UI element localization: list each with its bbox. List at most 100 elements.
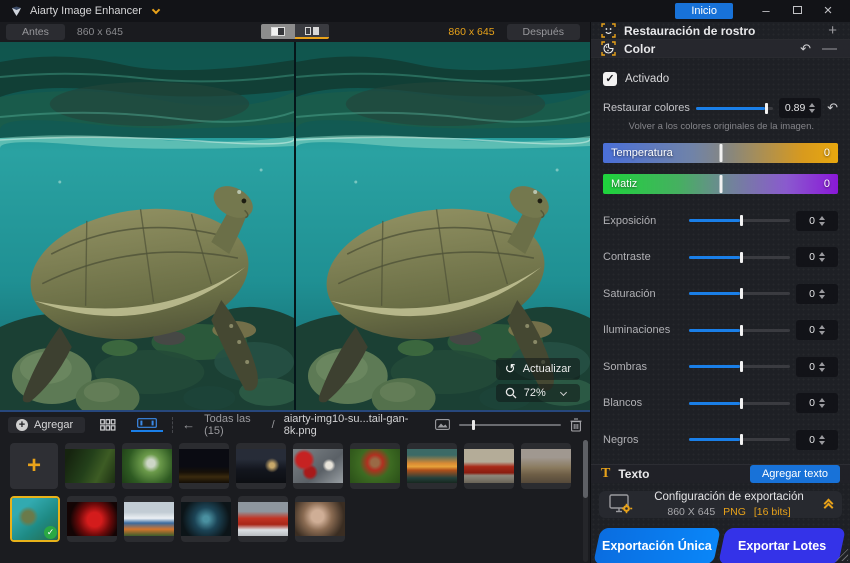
saturacion-value[interactable]: 0 bbox=[796, 284, 838, 304]
temperature-handle[interactable] bbox=[719, 144, 722, 162]
face-restore-panel-header[interactable]: Restauración de rostro + bbox=[591, 22, 850, 40]
blancos-spinner[interactable] bbox=[819, 398, 825, 408]
negros-value[interactable]: 0 bbox=[796, 430, 838, 450]
chevron-down-icon[interactable] bbox=[152, 5, 160, 13]
export-collapse-chevrons[interactable] bbox=[825, 500, 832, 508]
iluminaciones-spinner[interactable] bbox=[819, 325, 825, 335]
sombras-slider[interactable] bbox=[689, 365, 790, 368]
tab-before[interactable]: Antes bbox=[6, 24, 65, 40]
blancos-value[interactable]: 0 bbox=[796, 393, 838, 413]
thumbnail-woman-portrait[interactable] bbox=[295, 496, 345, 542]
exposicion-spinner[interactable] bbox=[819, 216, 825, 226]
add-text-button[interactable]: Agregar texto bbox=[750, 465, 840, 483]
thumbnail-forest-bird[interactable] bbox=[65, 443, 115, 489]
view-mode-toggles bbox=[261, 24, 329, 39]
after-image[interactable]: ↺ Actualizar 72% bbox=[296, 42, 590, 410]
add-images-button[interactable]: + Agregar bbox=[8, 417, 85, 433]
export-title: Configuración de exportación bbox=[641, 491, 817, 503]
home-button[interactable]: Inicio bbox=[675, 3, 733, 19]
thumbnail-red-fish[interactable] bbox=[67, 496, 117, 542]
viewer-controls: ↺ Actualizar 72% bbox=[496, 358, 580, 402]
restore-undo-icon[interactable]: ↶ bbox=[827, 100, 838, 116]
blancos-label: Blancos bbox=[603, 397, 683, 409]
back-arrow-button[interactable]: ← bbox=[182, 417, 195, 432]
thumbnail-lake-dusk[interactable] bbox=[236, 443, 286, 489]
temperature-slider[interactable]: Temperatura 0 bbox=[603, 143, 838, 163]
side-by-side-icon bbox=[305, 27, 319, 35]
temperature-label: Temperatura bbox=[611, 147, 673, 159]
negros-slider[interactable] bbox=[689, 438, 790, 441]
sombras-spinner[interactable] bbox=[819, 362, 825, 372]
thumbnail-size-slider[interactable] bbox=[459, 424, 561, 426]
breadcrumb-all[interactable]: Todas las (15) bbox=[204, 413, 263, 437]
scrollbar-thumb[interactable] bbox=[583, 440, 588, 498]
exposicion-slider[interactable] bbox=[689, 219, 790, 222]
thumbnail-add-image[interactable]: + bbox=[10, 443, 58, 489]
before-image[interactable] bbox=[0, 42, 294, 410]
color-panel-header[interactable]: Color ↶ — bbox=[591, 40, 850, 58]
hue-handle[interactable] bbox=[719, 175, 722, 193]
thumbnail-grid: + ✓ bbox=[0, 437, 590, 561]
after-size: 860 x 645 bbox=[448, 26, 494, 38]
maximize-icon bbox=[793, 6, 802, 14]
close-button[interactable]: × bbox=[816, 1, 840, 21]
color-collapse-button[interactable]: — bbox=[819, 40, 840, 57]
contraste-spinner[interactable] bbox=[819, 252, 825, 262]
saturacion-label: Saturación bbox=[603, 288, 683, 300]
thumbnail-village-street[interactable] bbox=[521, 443, 571, 489]
thumbnail-sea-turtle-selected[interactable]: ✓ bbox=[10, 496, 60, 542]
restore-spinner[interactable] bbox=[809, 103, 815, 113]
thumbnail-classic-car[interactable] bbox=[464, 443, 514, 489]
split-view-button[interactable] bbox=[261, 24, 295, 39]
browser-toolbar: + Agregar ← Todas las (15) / aiarty-img1… bbox=[0, 412, 590, 437]
zoom-control[interactable]: 72% bbox=[496, 384, 580, 402]
thumbnail-red-flowers-hummingbird[interactable] bbox=[293, 443, 343, 489]
color-undo-icon[interactable]: ↶ bbox=[800, 41, 811, 57]
sombras-value[interactable]: 0 bbox=[796, 357, 838, 377]
slider-row-contraste: Contraste 0 bbox=[603, 247, 838, 267]
hue-slider[interactable]: Matiz 0 bbox=[603, 174, 838, 194]
maximize-button[interactable] bbox=[785, 1, 809, 21]
text-panel-header[interactable]: T Texto Agregar texto bbox=[591, 464, 850, 483]
contraste-value[interactable]: 0 bbox=[796, 247, 838, 267]
thumbnail-sunset-lake[interactable] bbox=[407, 443, 457, 489]
contraste-slider[interactable] bbox=[689, 256, 790, 259]
thumbnail-white-building[interactable] bbox=[124, 496, 174, 542]
restore-colors-slider[interactable] bbox=[696, 107, 773, 110]
thumbnail-scrollbar[interactable] bbox=[583, 440, 588, 562]
thumbnail-graffiti[interactable] bbox=[181, 496, 231, 542]
thumbnail-red-train[interactable] bbox=[238, 496, 288, 542]
thumbnail-heron[interactable] bbox=[122, 443, 172, 489]
restore-colors-value[interactable]: 0.89 bbox=[779, 98, 821, 118]
enabled-checkbox[interactable]: ✓ bbox=[603, 72, 617, 86]
iluminaciones-value[interactable]: 0 bbox=[796, 320, 838, 340]
negros-spinner[interactable] bbox=[819, 435, 825, 445]
export-single-button[interactable]: Exportación Única bbox=[593, 528, 721, 563]
iluminaciones-label: Iluminaciones bbox=[603, 324, 683, 336]
saturacion-slider[interactable] bbox=[689, 292, 790, 295]
saturacion-spinner[interactable] bbox=[819, 289, 825, 299]
slider-row-saturacion: Saturación 0 bbox=[603, 284, 838, 304]
slider-handle[interactable] bbox=[472, 420, 475, 430]
iluminaciones-slider[interactable] bbox=[689, 329, 790, 332]
image-viewer: ↺ Actualizar 72% bbox=[0, 42, 590, 410]
grid-view-button[interactable] bbox=[94, 419, 122, 431]
filmstrip-view-button[interactable] bbox=[131, 418, 163, 432]
minimize-button[interactable]: – bbox=[754, 1, 778, 21]
export-settings[interactable]: Configuración de exportación 860 X 645 P… bbox=[599, 491, 842, 518]
negros-label: Negros bbox=[603, 434, 683, 446]
face-restore-icon bbox=[601, 23, 616, 38]
text-icon: T bbox=[601, 466, 610, 482]
thumbnail-city-night[interactable] bbox=[179, 443, 229, 489]
tab-after[interactable]: Después bbox=[507, 24, 580, 40]
export-batch-button[interactable]: Exportar Lotes bbox=[718, 528, 846, 563]
exposicion-value[interactable]: 0 bbox=[796, 211, 838, 231]
refresh-button[interactable]: ↺ Actualizar bbox=[496, 358, 580, 380]
side-by-side-view-button[interactable] bbox=[295, 24, 329, 39]
face-restore-add-button[interactable]: + bbox=[825, 22, 840, 39]
breadcrumb-separator: / bbox=[272, 419, 275, 431]
blancos-slider[interactable] bbox=[689, 402, 790, 405]
trash-icon[interactable] bbox=[570, 418, 582, 432]
enabled-label: Activado bbox=[625, 73, 669, 85]
thumbnail-girl-portrait[interactable] bbox=[350, 443, 400, 489]
